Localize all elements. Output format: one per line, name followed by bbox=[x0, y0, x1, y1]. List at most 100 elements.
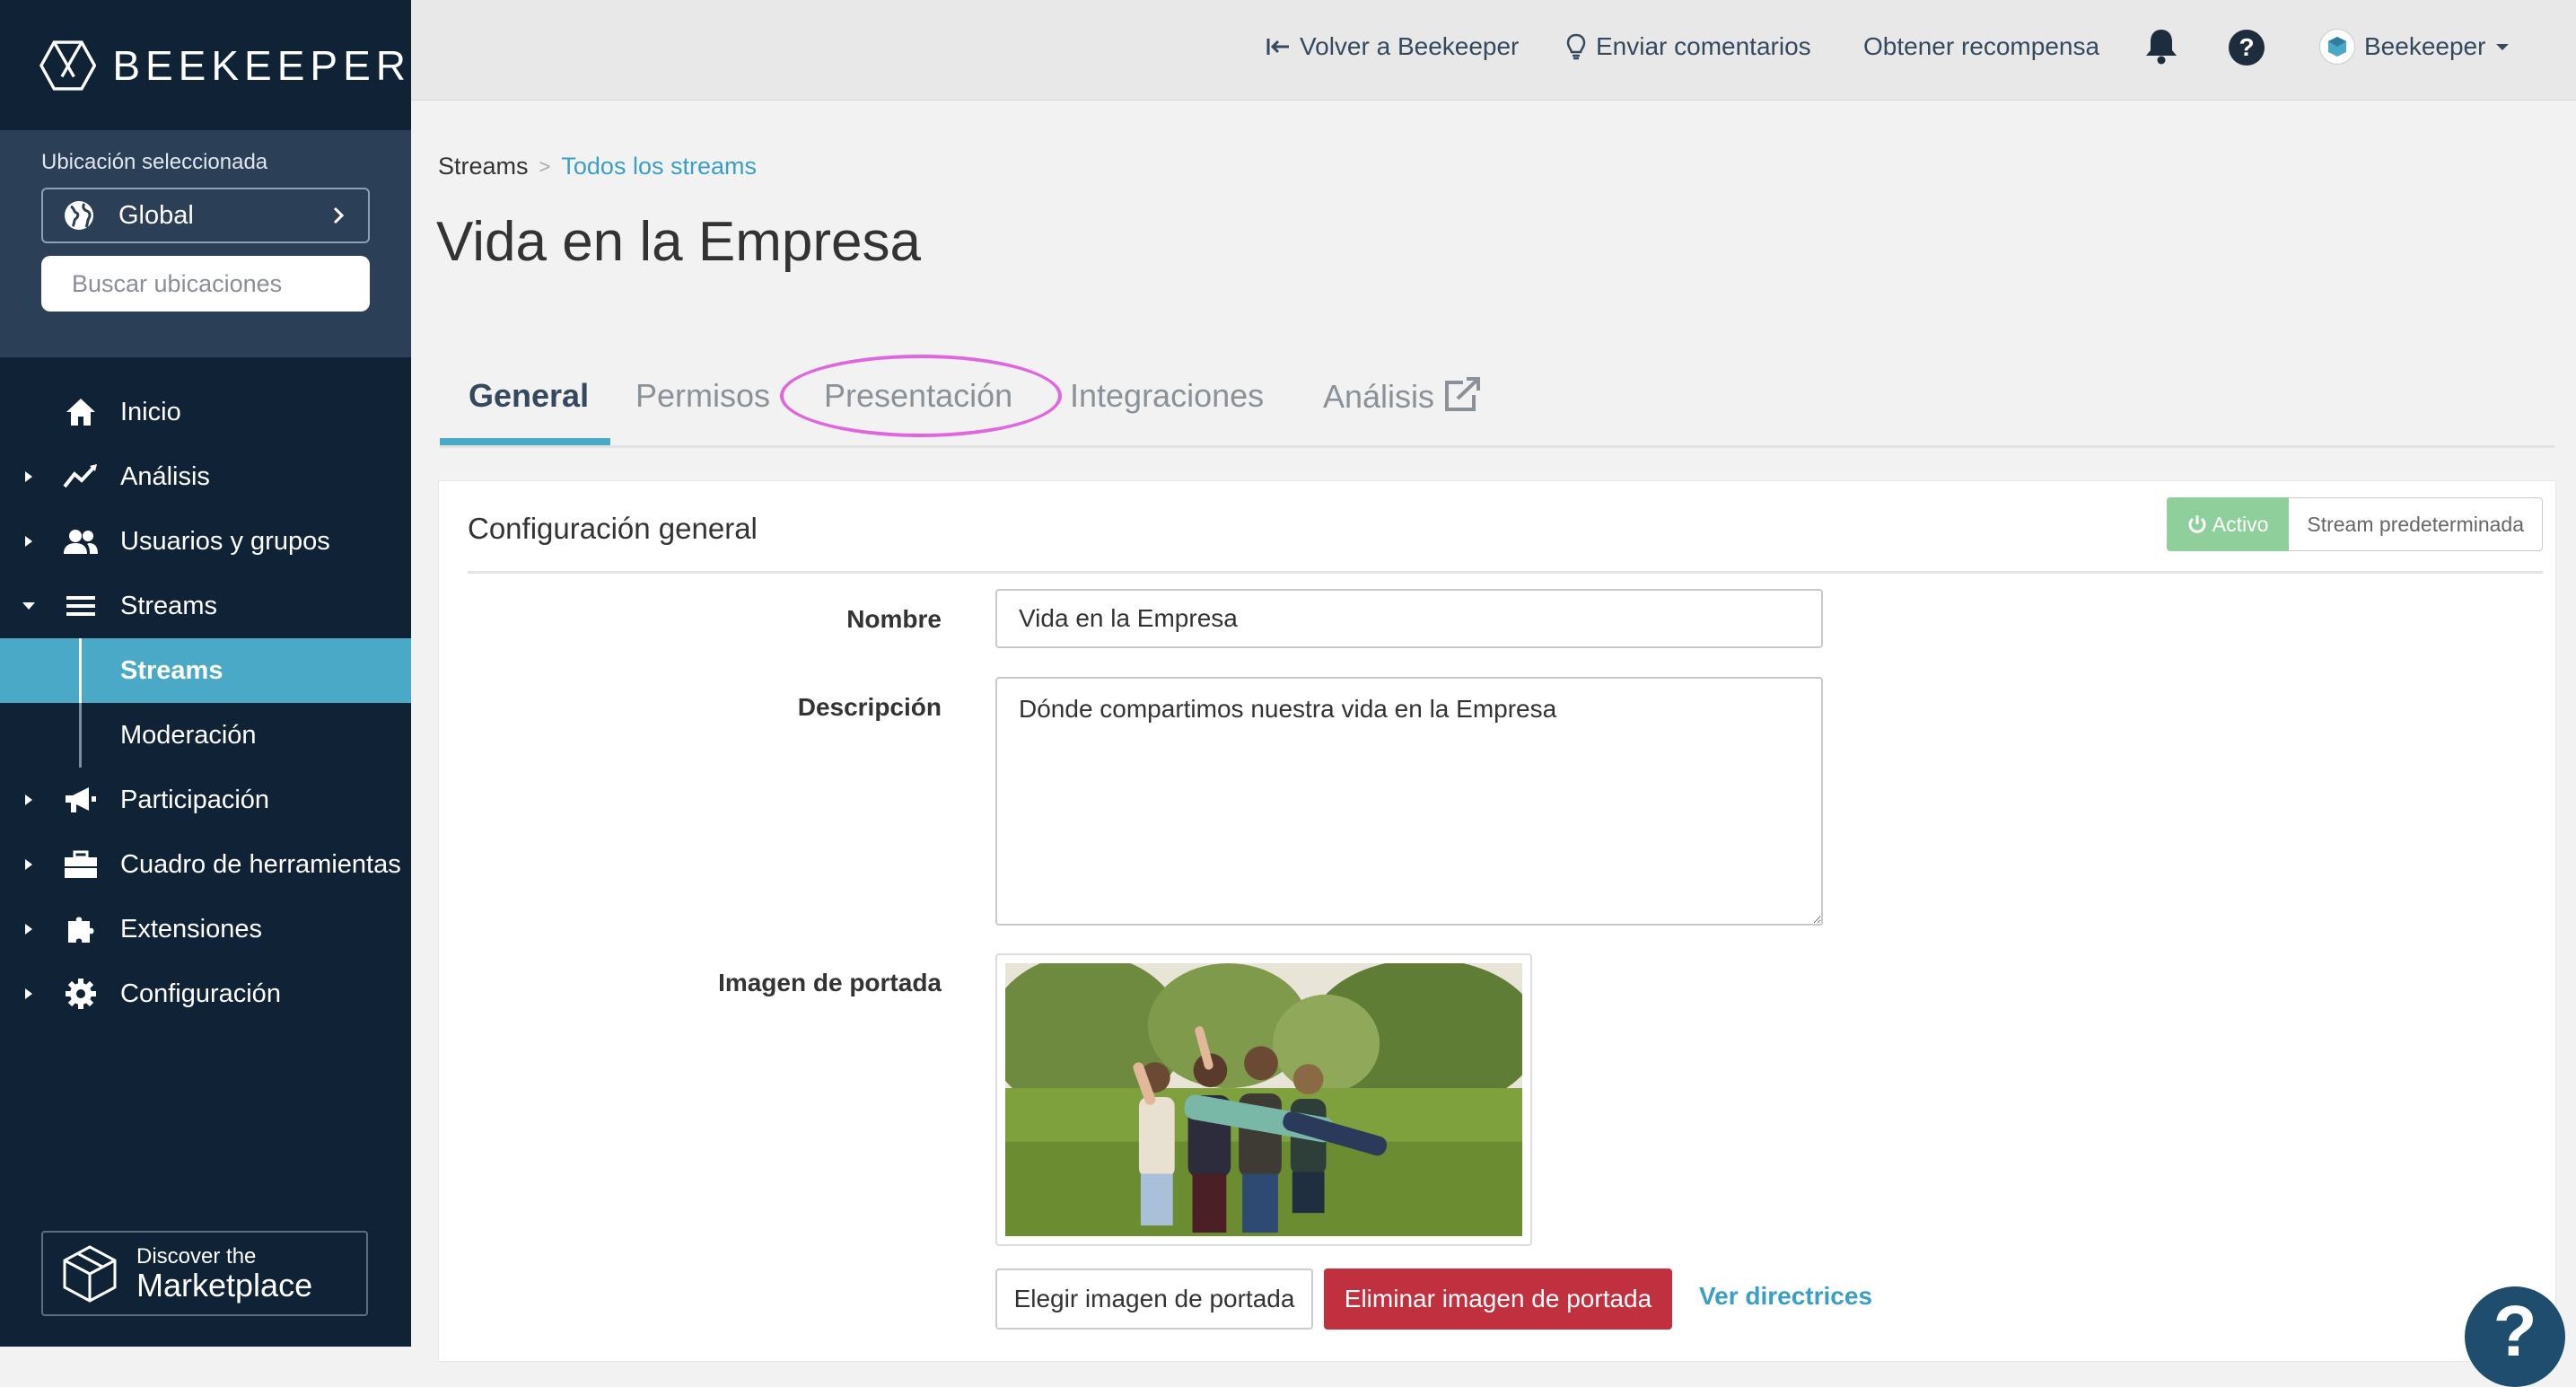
tab-analisis[interactable]: Análisis bbox=[1323, 377, 1481, 416]
main-nav: Inicio Análisis Usuarios y grupos Stream… bbox=[0, 380, 411, 1026]
arrow-left-bar-icon bbox=[1266, 39, 1289, 55]
card-title: Configuración general bbox=[468, 512, 758, 545]
choose-cover-label: Elegir imagen de portada bbox=[1013, 1285, 1295, 1312]
get-reward-link[interactable]: Obtener recompensa bbox=[1863, 0, 2099, 93]
nav-subitem-moderacion[interactable]: Moderación bbox=[0, 703, 411, 768]
name-input[interactable] bbox=[995, 589, 1823, 648]
view-guidelines-link[interactable]: Ver directrices bbox=[1699, 1282, 1872, 1311]
name-label: Nombre bbox=[846, 605, 942, 633]
cover-image-label: Imagen de portada bbox=[718, 969, 942, 996]
globe-icon bbox=[65, 201, 93, 230]
nav-label: Moderación bbox=[120, 720, 257, 750]
active-tab-underline bbox=[440, 438, 610, 445]
remove-cover-label: Eliminar imagen de portada bbox=[1344, 1285, 1652, 1312]
nav-item-usuarios[interactable]: Usuarios y grupos bbox=[0, 509, 411, 574]
subnav-line bbox=[79, 638, 82, 703]
sidebar: BEEKEEPER Ubicación seleccionada Global bbox=[0, 0, 411, 1347]
location-value: Global bbox=[118, 200, 194, 230]
nav-label: Usuarios y grupos bbox=[120, 526, 330, 556]
marketplace-text: Discover the Marketplace bbox=[136, 1243, 312, 1303]
chevron-right-icon bbox=[333, 206, 345, 224]
nav-item-configuracion[interactable]: Configuración bbox=[0, 961, 411, 1026]
choose-cover-button[interactable]: Elegir imagen de portada bbox=[995, 1268, 1313, 1330]
caret-right-icon bbox=[25, 988, 32, 999]
location-selector[interactable]: Global bbox=[41, 188, 370, 243]
analytics-icon bbox=[63, 459, 99, 495]
remove-cover-button[interactable]: Eliminar imagen de portada bbox=[1324, 1268, 1672, 1330]
nav-label: Streams bbox=[120, 655, 223, 685]
marketplace-banner[interactable]: Discover the Marketplace bbox=[41, 1231, 368, 1316]
brand[interactable]: BEEKEEPER bbox=[0, 0, 411, 130]
nav-item-analisis[interactable]: Análisis bbox=[0, 444, 411, 509]
users-icon bbox=[63, 523, 99, 559]
streams-icon bbox=[63, 588, 99, 624]
beekeeper-logo-icon bbox=[39, 40, 97, 91]
tab-permisos[interactable]: Permisos bbox=[635, 377, 770, 415]
breadcrumb: Streams > Todos los streams bbox=[438, 153, 757, 180]
description-label: Descripción bbox=[797, 693, 942, 721]
caret-down-icon bbox=[2496, 44, 2510, 50]
nav-label: Análisis bbox=[120, 461, 210, 491]
nav-label: Configuración bbox=[120, 979, 281, 1008]
caret-down-icon bbox=[22, 602, 35, 610]
svg-text:?: ? bbox=[2239, 33, 2254, 61]
cover-image-preview bbox=[995, 953, 1532, 1246]
cover-photo bbox=[1005, 963, 1522, 1236]
active-status-button[interactable]: Activo bbox=[2166, 497, 2290, 551]
nav-label: Streams bbox=[120, 591, 217, 620]
nav-item-extensiones[interactable]: Extensiones bbox=[0, 897, 411, 961]
avatar bbox=[2319, 29, 2355, 65]
tab-presentacion[interactable]: Presentación bbox=[824, 377, 1012, 415]
nav-label: Inicio bbox=[120, 397, 181, 426]
caret-right-icon bbox=[25, 471, 32, 482]
tab-integraciones[interactable]: Integraciones bbox=[1070, 377, 1264, 415]
breadcrumb-separator: > bbox=[539, 154, 551, 178]
puzzle-icon bbox=[63, 911, 99, 947]
back-to-beekeeper-link[interactable]: Volver a Beekeeper bbox=[1266, 0, 1519, 93]
nav-item-participacion[interactable]: Participación bbox=[0, 768, 411, 832]
general-settings-card: Configuración general Activo Stream pred… bbox=[438, 480, 2556, 1362]
help-chat-symbol: ? bbox=[2493, 1291, 2537, 1371]
top-bar: Volver a Beekeeper Enviar comentarios Ob… bbox=[411, 0, 2576, 101]
card-header: Configuración general Activo Stream pred… bbox=[468, 481, 2543, 574]
external-link-icon bbox=[1445, 377, 1481, 411]
nav-label: Participación bbox=[120, 785, 270, 814]
toolbox-icon bbox=[63, 847, 99, 882]
page-title: Vida en la Empresa bbox=[436, 211, 921, 273]
power-icon bbox=[2188, 515, 2206, 533]
notification-bell-icon[interactable] bbox=[2143, 27, 2179, 65]
active-status-label: Activo bbox=[2212, 512, 2269, 536]
marketplace-line1: Discover the bbox=[136, 1243, 257, 1268]
nav-item-herramientas[interactable]: Cuadro de herramientas bbox=[0, 832, 411, 897]
breadcrumb-current[interactable]: Todos los streams bbox=[561, 153, 757, 180]
user-menu[interactable]: Beekeeper bbox=[2319, 0, 2510, 93]
caret-right-icon bbox=[25, 794, 32, 805]
subnav-line bbox=[79, 703, 82, 768]
feedback-link-label: Enviar comentarios bbox=[1596, 32, 1811, 60]
tab-general[interactable]: General bbox=[469, 377, 589, 415]
reward-link-label: Obtener recompensa bbox=[1863, 32, 2100, 60]
default-stream-button[interactable]: Stream predeterminada bbox=[2289, 497, 2543, 551]
nav-label: Cuadro de herramientas bbox=[120, 849, 401, 879]
nav-item-inicio[interactable]: Inicio bbox=[0, 380, 411, 444]
gear-icon bbox=[63, 976, 99, 1012]
help-chat-button[interactable]: ? bbox=[2465, 1286, 2565, 1387]
caret-right-icon bbox=[25, 859, 32, 870]
caret-right-icon bbox=[25, 536, 32, 547]
brand-name: BEEKEEPER bbox=[112, 41, 411, 89]
home-icon bbox=[63, 394, 99, 430]
nav-subitem-streams[interactable]: Streams bbox=[0, 638, 411, 703]
nav-item-streams[interactable]: Streams bbox=[0, 574, 411, 638]
megaphone-icon bbox=[63, 782, 99, 818]
marketplace-cube-icon bbox=[63, 1244, 117, 1303]
stream-status-toggle: Activo Stream predeterminada bbox=[2166, 497, 2543, 551]
send-feedback-link[interactable]: Enviar comentarios bbox=[1565, 0, 1811, 93]
description-textarea[interactable]: Dónde compartimos nuestra vida en la Emp… bbox=[995, 677, 1823, 926]
help-circle-icon[interactable]: ? bbox=[2228, 29, 2265, 66]
user-name: Beekeeper bbox=[2364, 32, 2486, 60]
nav-label: Extensiones bbox=[120, 914, 262, 944]
tab-bar: General Permisos Presentación Integracio… bbox=[440, 359, 2554, 448]
location-search-input[interactable] bbox=[70, 268, 391, 299]
breadcrumb-root[interactable]: Streams bbox=[438, 153, 529, 180]
back-link-label: Volver a Beekeeper bbox=[1300, 32, 1520, 60]
